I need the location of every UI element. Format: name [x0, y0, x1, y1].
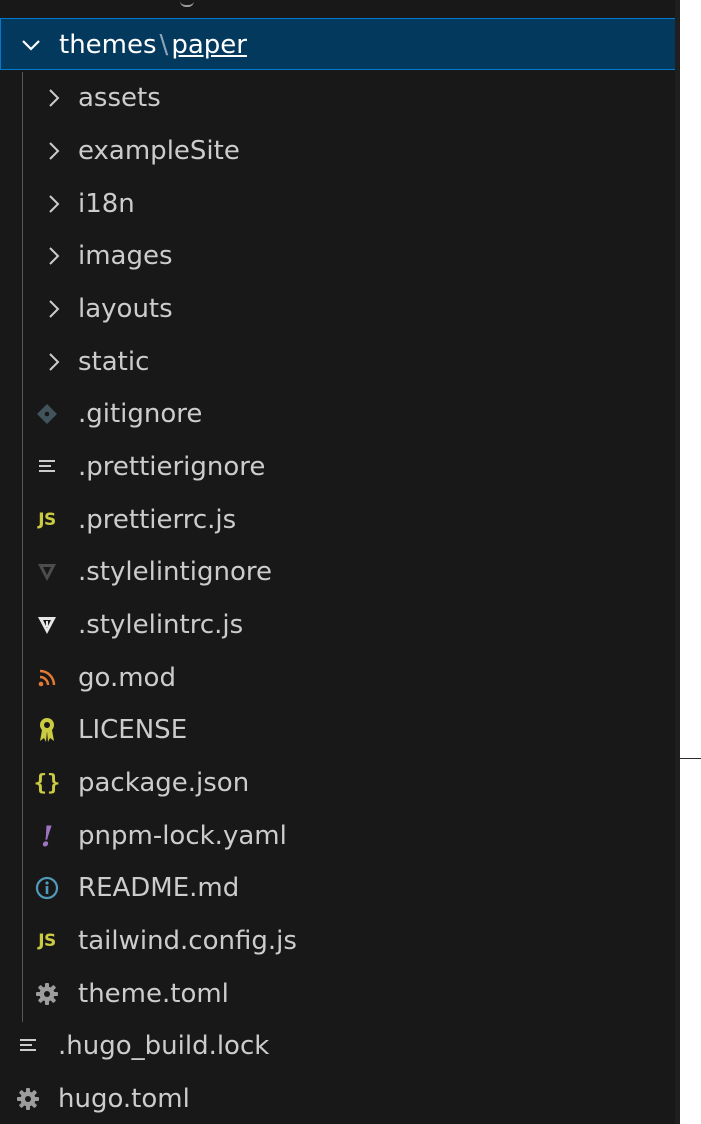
tree-item-label: images [78, 241, 173, 271]
tree-item-label: hugo.toml [58, 1084, 190, 1114]
chevron-right-icon [40, 283, 68, 335]
tree-item-label: theme.toml [78, 979, 229, 1009]
tree-item-prettierrc-js[interactable]: JS .prettierrc.js [0, 494, 675, 546]
editor-edge [680, 0, 701, 1124]
tree-item-readme-md[interactable]: README.md [0, 862, 675, 914]
gear-icon [30, 968, 64, 1020]
license-icon [30, 704, 64, 756]
tree-item-layouts[interactable]: layouts [0, 283, 675, 335]
folder-row-themes-paper[interactable]: themes \ paper [0, 18, 678, 70]
tree-item-label: tailwind.config.js [78, 926, 297, 956]
tree-item-label: static [78, 347, 150, 377]
chevron-right-icon [40, 230, 68, 282]
json-braces-icon: {} [33, 770, 61, 796]
overview-ruler-line [680, 758, 701, 759]
tree-item-label: README.md [78, 873, 240, 903]
chevron-right-icon [40, 178, 68, 230]
tree-item-stylelintrc-js[interactable]: .stylelintrc.js [0, 599, 675, 651]
tree-item-label: .prettierignore [78, 452, 266, 482]
tree-item-hugo-build-lock[interactable]: .hugo_build.lock [0, 1020, 675, 1072]
previous-row-sliver [0, 0, 680, 8]
lines-icon [30, 441, 64, 493]
yaml-exclamation-icon: ! [40, 819, 54, 853]
file-explorer: themes \ paper assets exampleSite i18n ima… [0, 0, 680, 1124]
js-icon: JS [38, 931, 56, 951]
chevron-right-icon [40, 336, 68, 388]
chevron-right-icon [40, 125, 68, 177]
tree-item-label: pnpm-lock.yaml [78, 821, 287, 851]
tree-item-pnpm-lock-yaml[interactable]: ! pnpm-lock.yaml [0, 810, 675, 862]
chevron-down-icon[interactable] [17, 19, 45, 71]
tree-item-prettierignore[interactable]: .prettierignore [0, 441, 675, 493]
path-separator: \ [159, 30, 169, 60]
tree-item-hugo-toml[interactable]: hugo.toml [0, 1073, 675, 1124]
folder-parent-label: themes [59, 30, 157, 60]
tree-item-theme-toml[interactable]: theme.toml [0, 968, 675, 1020]
tree-item-label: .stylelintignore [78, 557, 272, 587]
tree-item-label: .gitignore [78, 399, 203, 429]
js-icon: JS [38, 510, 56, 530]
tree-item-static[interactable]: static [0, 336, 675, 388]
info-icon [30, 862, 64, 914]
tree-item-label: go.mod [78, 663, 176, 693]
folder-label: themes \ paper [59, 19, 247, 71]
chevron-right-icon [40, 72, 68, 124]
tree-item-label: LICENSE [78, 715, 188, 745]
tree-item-label: assets [78, 83, 161, 113]
tree-item-license[interactable]: LICENSE [0, 704, 675, 756]
tree-item-i18n[interactable]: i18n [0, 178, 675, 230]
tree-item-label: .hugo_build.lock [58, 1031, 270, 1061]
tree-item-label: .stylelintrc.js [78, 610, 244, 640]
git-icon [30, 388, 64, 440]
tree-item-assets[interactable]: assets [0, 72, 675, 124]
tree-item-label: i18n [78, 189, 135, 219]
descender-glyph [180, 0, 194, 7]
rss-icon [30, 652, 64, 704]
gear-icon [12, 1073, 44, 1124]
stylelint-dim-icon [30, 546, 64, 598]
folder-name-label: paper [171, 30, 247, 60]
tree-item-images[interactable]: images [0, 230, 675, 282]
tree-item-go-mod[interactable]: go.mod [0, 652, 675, 704]
tree-item-examplesite[interactable]: exampleSite [0, 125, 675, 177]
tree-item-label: package.json [78, 768, 250, 798]
tree-item-package-json[interactable]: {} package.json [0, 757, 675, 809]
tree-item-tailwind-config-js[interactable]: JS tailwind.config.js [0, 915, 675, 967]
tree-item-label: exampleSite [78, 136, 240, 166]
tree-item-label: layouts [78, 294, 173, 324]
lines-icon [12, 1020, 44, 1072]
tree-item-label: .prettierrc.js [78, 505, 237, 535]
stylelint-icon [30, 599, 64, 651]
tree-item-stylelintignore[interactable]: .stylelintignore [0, 546, 675, 598]
tree-item-gitignore[interactable]: .gitignore [0, 388, 675, 440]
